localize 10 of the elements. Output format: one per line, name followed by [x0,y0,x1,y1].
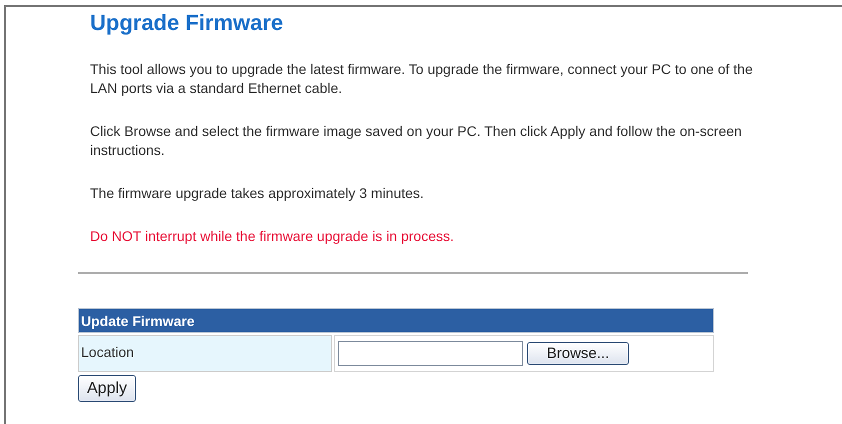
description-text: The firmware upgrade takes approximately 3 minutes. [90,184,425,203]
file-path-field[interactable] [338,341,523,366]
table-header: Update Firmware [78,308,714,333]
field-label: Location [78,335,332,372]
apply-button[interactable]: Apply [78,375,136,402]
description-text: Click Browse and select the firmware image saved on your PC. Then click Apply and follow the on-screen instructions. [90,122,743,160]
description-text: This tool allows you to upgrade the latest firmware. To upgrade the firmware, connect your PC to one of the LAN ports via a standard Ethernet cable. [90,60,754,98]
browse-button[interactable]: Browse... [527,342,629,365]
page-title: Upgrade Firmware [90,9,284,37]
warning-text: Do NOT interrupt while the firmware upgrade is in process. [90,227,455,246]
